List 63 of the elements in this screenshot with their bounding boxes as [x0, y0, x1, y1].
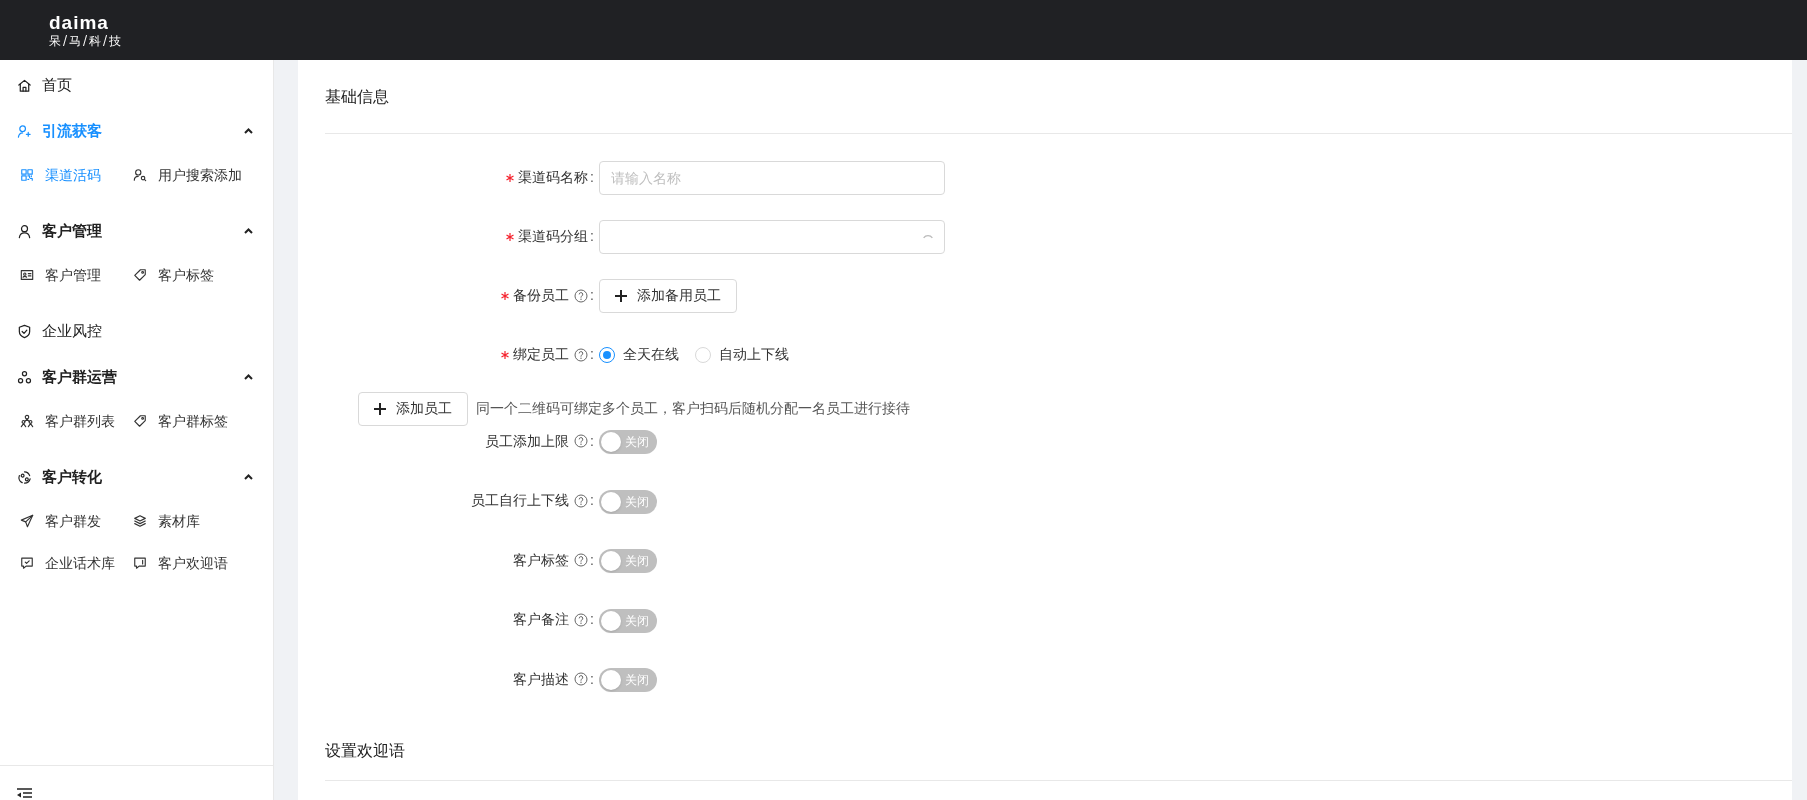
layers-icon — [133, 514, 147, 528]
label-colon: : — [590, 227, 594, 246]
label-colon: : — [590, 550, 594, 570]
submenu-item[interactable]: 素材库 — [133, 500, 273, 542]
grid-icon — [20, 168, 34, 182]
name-input-field[interactable]: 请输入名称 — [599, 160, 945, 195]
sidebar-item[interactable]: 客户管理 — [0, 208, 273, 254]
submenu-item[interactable]: 客户群发 — [20, 500, 133, 542]
plus-icon — [374, 402, 386, 415]
person-plus-icon — [17, 123, 32, 139]
chat-icon — [20, 556, 34, 570]
sidebar-item[interactable]: 企业风控 — [0, 308, 273, 354]
section-title: 设置欢迎语 — [325, 722, 1792, 781]
field-label: 员工添加上限 — [485, 431, 570, 451]
submenu-item[interactable]: 企业话术库 — [20, 542, 133, 584]
field-label: 客户标签 — [513, 550, 570, 570]
add-staff-button[interactable]: 添加员工 — [358, 391, 468, 426]
id-card-icon — [20, 268, 34, 282]
send-icon — [20, 514, 34, 528]
field-label: 渠道码分组 — [518, 227, 589, 246]
label-colon: : — [590, 345, 594, 364]
home-icon — [17, 77, 32, 93]
label-colon: : — [590, 168, 594, 187]
radio-option[interactable]: 全天在线 — [599, 344, 679, 365]
submenu-item[interactable]: 客户群标签 — [133, 400, 273, 442]
sidebar-item[interactable]: 客户转化 — [0, 454, 273, 500]
logo: daima — [49, 13, 109, 32]
field-label: 渠道码名称 — [518, 168, 589, 187]
cycle-icon — [17, 469, 32, 485]
message-icon — [133, 556, 147, 570]
tag-icon — [133, 414, 147, 428]
shield-icon — [17, 323, 32, 339]
label-colon: : — [590, 610, 594, 629]
user-icon — [17, 223, 32, 239]
plus-icon — [615, 289, 627, 302]
people-icon — [20, 414, 34, 428]
label-colon: : — [590, 669, 594, 689]
submenu-item[interactable]: 客户欢迎语 — [133, 542, 273, 584]
loading-spinner-icon — [923, 234, 933, 239]
submenu-item[interactable]: 客户管理 — [20, 254, 133, 296]
add-backup-staff-button[interactable]: 添加备用员工 — [599, 278, 737, 313]
submenu-item[interactable]: 客户标签 — [133, 254, 273, 296]
three-circles-icon — [17, 369, 32, 385]
hint-text: 同一个二维码可绑定多个员工，客户扫码后随机分配一名员工进行接待 — [476, 399, 910, 418]
sidebar-item[interactable]: 客户群运营 — [0, 354, 273, 400]
radio-option[interactable]: 自动上下线 — [695, 344, 789, 365]
field-label: 绑定员工 — [513, 345, 570, 364]
logo-tagline: 呆/马/科/技 — [49, 34, 124, 47]
section-title: 基础信息 — [325, 60, 1792, 134]
submenu-item[interactable]: 用户搜索添加 — [133, 154, 273, 196]
user-search-icon — [133, 168, 147, 182]
sidebar-item[interactable]: 首页 — [0, 62, 273, 108]
label-colon: : — [590, 431, 594, 451]
field-label: 员工自行上下线 — [471, 491, 570, 510]
field-label: 客户备注 — [513, 610, 570, 629]
field-label: 备份员工 — [513, 286, 570, 305]
tag-icon — [133, 268, 147, 282]
group-select-field[interactable] — [599, 219, 945, 254]
submenu-item[interactable]: 客户群列表 — [20, 400, 133, 442]
label-colon: : — [590, 286, 594, 305]
collapse-menu-icon[interactable] — [17, 788, 32, 800]
label-colon: : — [590, 491, 594, 510]
field-label: 客户描述 — [513, 669, 570, 689]
